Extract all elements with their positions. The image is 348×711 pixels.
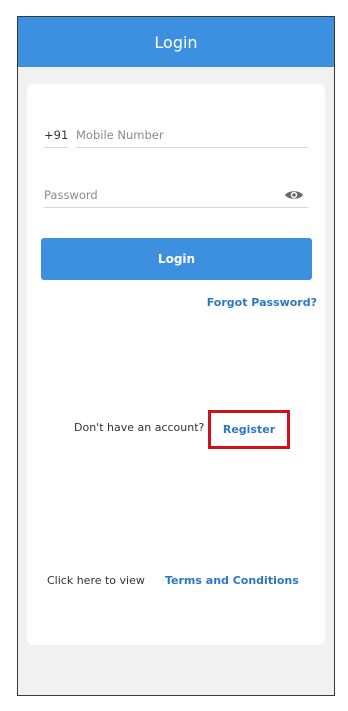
terms-prefix: Click here to view xyxy=(47,574,145,587)
forgot-password-link[interactable]: Forgot Password? xyxy=(207,296,317,309)
mobile-field: +91 Mobile Number xyxy=(44,122,308,148)
register-highlight-box: Register xyxy=(208,410,290,449)
app-frame: Login +91 Mobile Number Password Login F… xyxy=(17,16,335,696)
password-input[interactable]: Password xyxy=(44,188,98,202)
country-code[interactable]: +91 xyxy=(44,122,68,148)
mobile-input[interactable]: Mobile Number xyxy=(76,122,308,148)
register-link[interactable]: Register xyxy=(223,423,275,436)
page-title: Login xyxy=(154,32,198,52)
eye-icon[interactable] xyxy=(284,188,304,202)
register-prompt: Don't have an account? xyxy=(74,421,205,434)
login-card: +91 Mobile Number Password Login Forgot … xyxy=(27,84,325,645)
terms-link[interactable]: Terms and Conditions xyxy=(165,574,299,587)
register-row: Don't have an account? Register xyxy=(27,410,325,450)
app-header: Login xyxy=(18,17,334,67)
password-field[interactable]: Password xyxy=(44,182,308,208)
login-button[interactable]: Login xyxy=(41,238,312,280)
